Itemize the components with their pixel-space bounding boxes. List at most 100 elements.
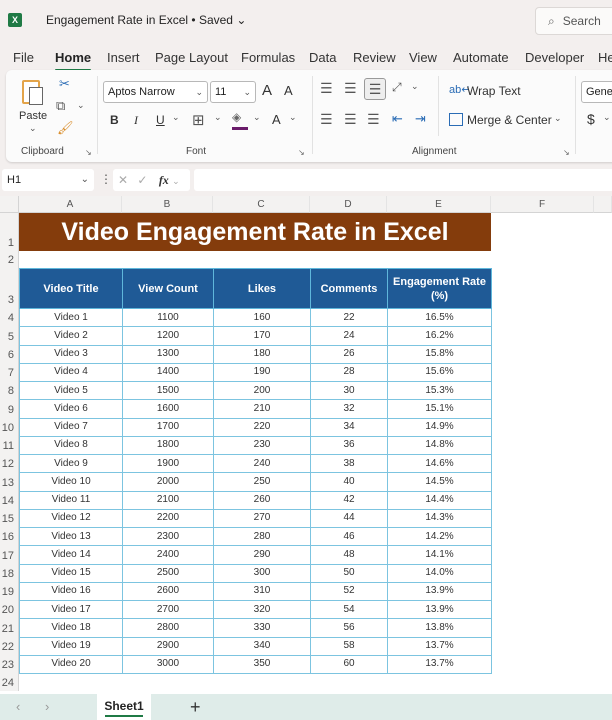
cell-engagement-rate[interactable]: 15.3% <box>387 380 492 401</box>
cell-engagement-rate[interactable]: 14.1% <box>387 545 492 565</box>
enter-icon[interactable]: ✓ <box>137 173 147 187</box>
cell-engagement-rate[interactable]: 14.0% <box>387 563 492 583</box>
cell-engagement-rate[interactable]: 13.8% <box>387 618 492 638</box>
cell-view-count[interactable]: 1400 <box>122 362 214 383</box>
cell-comments[interactable]: 44 <box>310 508 388 529</box>
sheet-tab-sheet1[interactable]: Sheet1 <box>97 694 151 720</box>
cell-video-title[interactable]: Video 17 <box>19 599 123 620</box>
row-header[interactable]: 22 <box>0 636 19 655</box>
row-header[interactable]: 10 <box>0 417 19 436</box>
row-header[interactable]: 16 <box>0 527 19 546</box>
row-header[interactable]: 24 <box>0 673 19 691</box>
cell-comments[interactable]: 26 <box>310 344 388 364</box>
cell-video-title[interactable]: Video 11 <box>19 490 123 510</box>
cell-view-count[interactable]: 2400 <box>122 545 214 565</box>
increase-indent-icon[interactable]: ⇥ <box>415 111 426 127</box>
row-header[interactable]: 3 <box>0 268 19 308</box>
cell-comments[interactable]: 32 <box>310 399 388 419</box>
cell-view-count[interactable]: 2300 <box>122 526 214 547</box>
underline-button[interactable]: U <box>156 113 165 127</box>
tab-home[interactable]: Home <box>55 50 92 71</box>
insert-function-button[interactable]: fx <box>159 173 169 187</box>
header-comments[interactable]: Comments <box>310 268 388 309</box>
cell-likes[interactable]: 320 <box>213 599 311 620</box>
prev-sheet-icon[interactable]: ‹ <box>16 699 20 714</box>
cell-video-title[interactable]: Video 13 <box>19 526 123 547</box>
tab-file[interactable]: File <box>13 50 34 65</box>
cancel-icon[interactable]: ✕ <box>118 173 128 187</box>
merge-chevron-icon[interactable]: ⌄ <box>554 113 562 124</box>
row-header[interactable]: 18 <box>0 563 19 582</box>
cell-likes[interactable]: 170 <box>213 326 311 346</box>
column-header-c[interactable]: C <box>213 196 310 213</box>
paste-button[interactable] <box>20 78 46 108</box>
font-launcher-icon[interactable]: ↘ <box>298 148 305 157</box>
number-format-dropdown[interactable]: Gener <box>581 81 612 103</box>
row-header[interactable]: 6 <box>0 344 19 363</box>
font-name-dropdown[interactable]: Aptos Narrow ⌄ <box>103 81 208 103</box>
worksheet-grid[interactable]: A B C D E F 1 2 3 4 5 6 7 8 9 10 11 12 13 14 15 16 17 18 1… <box>0 196 612 694</box>
cell-likes[interactable]: 220 <box>213 417 311 437</box>
orientation-icon[interactable]: ⤢ <box>392 80 402 95</box>
align-left-icon[interactable]: ☰ <box>320 111 333 128</box>
alignment-launcher-icon[interactable]: ↘ <box>563 148 570 157</box>
align-middle-icon[interactable]: ☰ <box>344 80 357 97</box>
cell-view-count[interactable]: 1500 <box>122 380 214 401</box>
tab-automate[interactable]: Automate <box>453 50 509 65</box>
header-video-title[interactable]: Video Title <box>19 268 123 309</box>
cell-video-title[interactable]: Video 18 <box>19 618 123 638</box>
cell-video-title[interactable]: Video 8 <box>19 435 123 456</box>
cell-view-count[interactable]: 1900 <box>122 453 214 474</box>
currency-button[interactable]: $ <box>587 111 595 127</box>
tab-page-layout[interactable]: Page Layout <box>155 50 228 65</box>
cell-likes[interactable]: 180 <box>213 344 311 364</box>
cell-likes[interactable]: 240 <box>213 453 311 474</box>
cell-likes[interactable]: 200 <box>213 380 311 401</box>
row-header[interactable]: 7 <box>0 362 19 381</box>
cell-comments[interactable]: 60 <box>310 654 388 675</box>
cell-video-title[interactable]: Video 10 <box>19 472 123 492</box>
cell-view-count[interactable]: 2500 <box>122 563 214 583</box>
cell-likes[interactable]: 160 <box>213 307 311 328</box>
row-header[interactable]: 14 <box>0 490 19 509</box>
search-box[interactable]: ⌕ Search <box>535 7 612 35</box>
cell-comments[interactable]: 34 <box>310 417 388 437</box>
cell-view-count[interactable]: 1200 <box>122 326 214 346</box>
cell-view-count[interactable]: 2700 <box>122 599 214 620</box>
align-center-icon[interactable]: ☰ <box>344 111 357 128</box>
tab-help[interactable]: He <box>598 50 612 65</box>
cell-view-count[interactable]: 2200 <box>122 508 214 529</box>
underline-chevron-icon[interactable]: ⌄ <box>172 112 180 123</box>
borders-chevron-icon[interactable]: ⌄ <box>214 112 222 123</box>
cell-video-title[interactable]: Video 12 <box>19 508 123 529</box>
row-header[interactable]: 13 <box>0 472 19 491</box>
header-engagement-rate[interactable]: Engagement Rate (%) <box>387 268 492 309</box>
fill-chevron-icon[interactable]: ⌄ <box>253 112 261 123</box>
cell-video-title[interactable]: Video 1 <box>19 307 123 328</box>
row-header[interactable]: 23 <box>0 654 19 673</box>
cell-comments[interactable]: 46 <box>310 526 388 547</box>
row-header[interactable]: 15 <box>0 508 19 527</box>
column-header-d[interactable]: D <box>310 196 387 213</box>
italic-button[interactable]: I <box>134 113 138 128</box>
align-right-icon[interactable]: ☰ <box>367 111 380 128</box>
cell-likes[interactable]: 190 <box>213 362 311 383</box>
font-size-dropdown[interactable]: 11 ⌄ <box>210 81 256 103</box>
column-header-b[interactable]: B <box>122 196 213 213</box>
grow-font-button[interactable]: A <box>262 82 272 99</box>
cut-icon[interactable]: ✂ <box>59 76 70 92</box>
fx-chevron-icon[interactable]: ⌄ <box>172 176 180 186</box>
row-header[interactable]: 1 <box>0 213 19 251</box>
cell-engagement-rate[interactable]: 13.7% <box>387 636 492 656</box>
cell-comments[interactable]: 22 <box>310 307 388 328</box>
cell-comments[interactable]: 58 <box>310 636 388 656</box>
sheet-title[interactable]: Video Engagement Rate in Excel <box>19 213 491 251</box>
document-title[interactable]: Engagement Rate in Excel • Saved ⌄ <box>46 13 246 27</box>
cell-video-title[interactable]: Video 4 <box>19 362 123 383</box>
cell-comments[interactable]: 24 <box>310 326 388 346</box>
cell-view-count[interactable]: 1600 <box>122 399 214 419</box>
cell-engagement-rate[interactable]: 14.4% <box>387 490 492 510</box>
merge-center-button[interactable]: Merge & Center <box>467 113 552 127</box>
cell-video-title[interactable]: Video 15 <box>19 563 123 583</box>
cell-video-title[interactable]: Video 5 <box>19 380 123 401</box>
